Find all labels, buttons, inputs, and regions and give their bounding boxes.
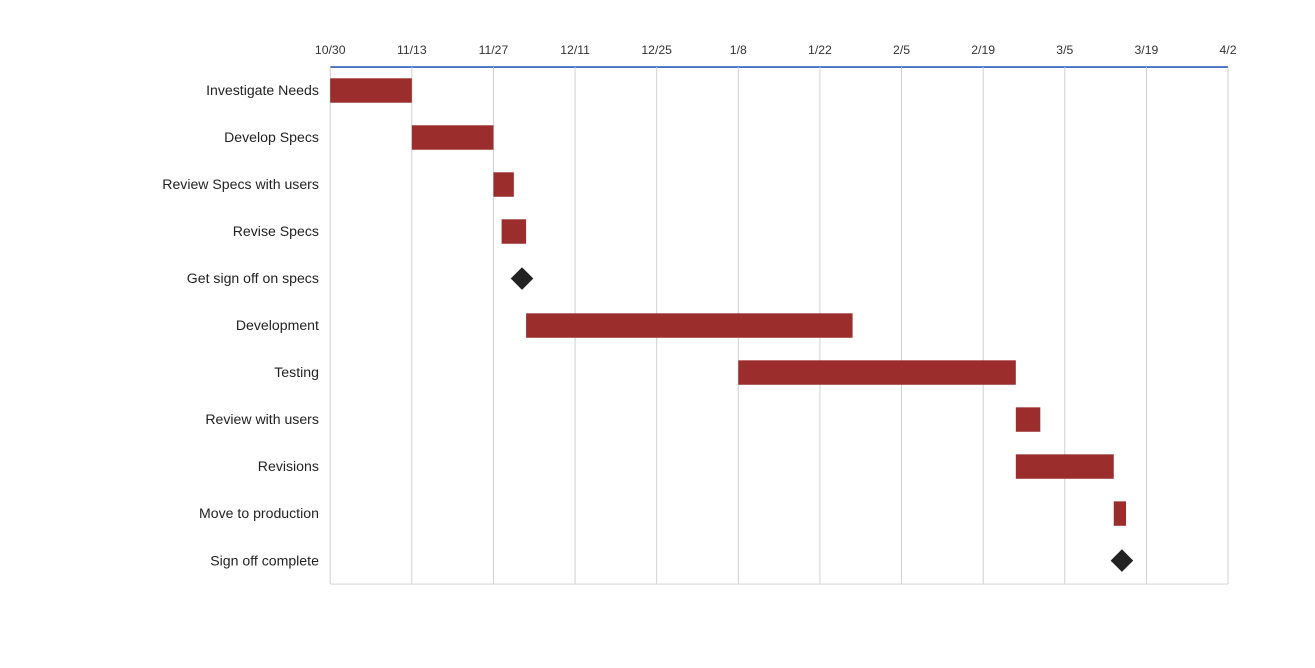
svg-text:Move to production: Move to production xyxy=(199,505,319,521)
svg-text:4/2: 4/2 xyxy=(1220,43,1237,57)
svg-text:Sign off complete: Sign off complete xyxy=(210,552,319,568)
svg-text:Get sign off on specs: Get sign off on specs xyxy=(187,270,319,286)
svg-text:3/5: 3/5 xyxy=(1056,43,1073,57)
svg-text:3/19: 3/19 xyxy=(1135,43,1159,57)
svg-text:11/27: 11/27 xyxy=(479,43,509,57)
svg-text:Review with users: Review with users xyxy=(205,411,319,427)
chart-inner: 10/30 11/13 11/27 12/11 12/25 1/8 1/22 2/5 2/19 3… xyxy=(20,20,1275,648)
svg-text:Revise Specs: Revise Specs xyxy=(233,223,319,239)
gantt-chart: 10/30 11/13 11/27 12/11 12/25 1/8 1/22 2/5 2/19 3… xyxy=(0,0,1315,668)
svg-text:Review Specs with users: Review Specs with users xyxy=(162,176,319,192)
svg-text:1/8: 1/8 xyxy=(730,43,747,57)
svg-text:Investigate Needs: Investigate Needs xyxy=(206,82,319,98)
svg-text:Develop Specs: Develop Specs xyxy=(224,129,319,145)
svg-text:12/25: 12/25 xyxy=(641,43,672,57)
svg-text:11/13: 11/13 xyxy=(397,43,427,57)
svg-text:1/22: 1/22 xyxy=(808,43,832,57)
svg-text:Testing: Testing xyxy=(274,364,319,380)
svg-text:Revisions: Revisions xyxy=(258,458,319,474)
svg-text:12/11: 12/11 xyxy=(560,43,590,57)
gantt-svg: 10/30 11/13 11/27 12/11 12/25 1/8 1/22 2/5 2/19 3… xyxy=(20,20,1275,648)
svg-text:10/30: 10/30 xyxy=(315,43,346,57)
svg-text:2/19: 2/19 xyxy=(971,43,995,57)
svg-text:2/5: 2/5 xyxy=(893,43,910,57)
svg-text:Development: Development xyxy=(236,317,319,333)
